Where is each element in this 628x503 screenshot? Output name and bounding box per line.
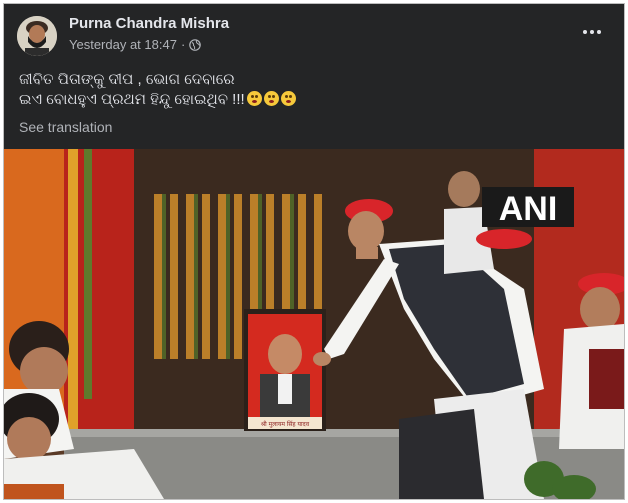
more-dot	[597, 30, 601, 34]
author-name[interactable]: Purna Chandra Mishra	[69, 15, 229, 32]
post-meta: Yesterday at 18:47 ·	[69, 37, 202, 52]
more-dot	[590, 30, 594, 34]
post-photo[interactable]: श्री मुलायम सिंह यादव ANI	[4, 149, 624, 499]
ani-watermark: ANI	[499, 190, 558, 228]
more-dot	[583, 30, 587, 34]
more-options-button[interactable]	[580, 22, 604, 42]
post-text-line-2: ଇଏ ବୋଧହୁଏ ପ୍ରଥମ ହିନ୍ଦୁ ହୋଇଥିବ !!!	[19, 90, 296, 110]
flushed-face-emoji-icon	[246, 91, 262, 106]
flushed-face-emoji-icon	[280, 91, 296, 106]
meta-separator: ·	[180, 37, 186, 52]
post-timestamp[interactable]: Yesterday at 18:47	[69, 37, 177, 52]
author-avatar[interactable]	[17, 16, 57, 56]
post-text: ଜୀବିତ ପିତାଙ୍କୁ ଦୀପ , ଭୋଗ ଦେବାରେ ଇଏ ବୋଧହୁ…	[19, 70, 296, 110]
globe-icon[interactable]	[189, 38, 202, 51]
post-header: Purna Chandra Mishra Yesterday at 18:47 …	[4, 4, 624, 64]
avatar-image	[17, 16, 57, 56]
post-text-line-2-text: ଇଏ ବୋଧହୁଏ ପ୍ରଥମ ହିନ୍ଦୁ ହୋଇଥିବ !!!	[19, 91, 245, 108]
facebook-post-card: Purna Chandra Mishra Yesterday at 18:47 …	[3, 3, 625, 500]
photo-scene: श्री मुलायम सिंह यादव ANI	[4, 149, 624, 499]
post-text-line-1: ଜୀବିତ ପିତାଙ୍କୁ ଦୀପ , ଭୋଗ ଦେବାରେ	[19, 71, 235, 88]
portrait-caption: श्री मुलायम सिंह यादव	[261, 420, 310, 428]
flushed-face-emoji-icon	[263, 91, 279, 106]
see-translation-link[interactable]: See translation	[19, 119, 112, 135]
